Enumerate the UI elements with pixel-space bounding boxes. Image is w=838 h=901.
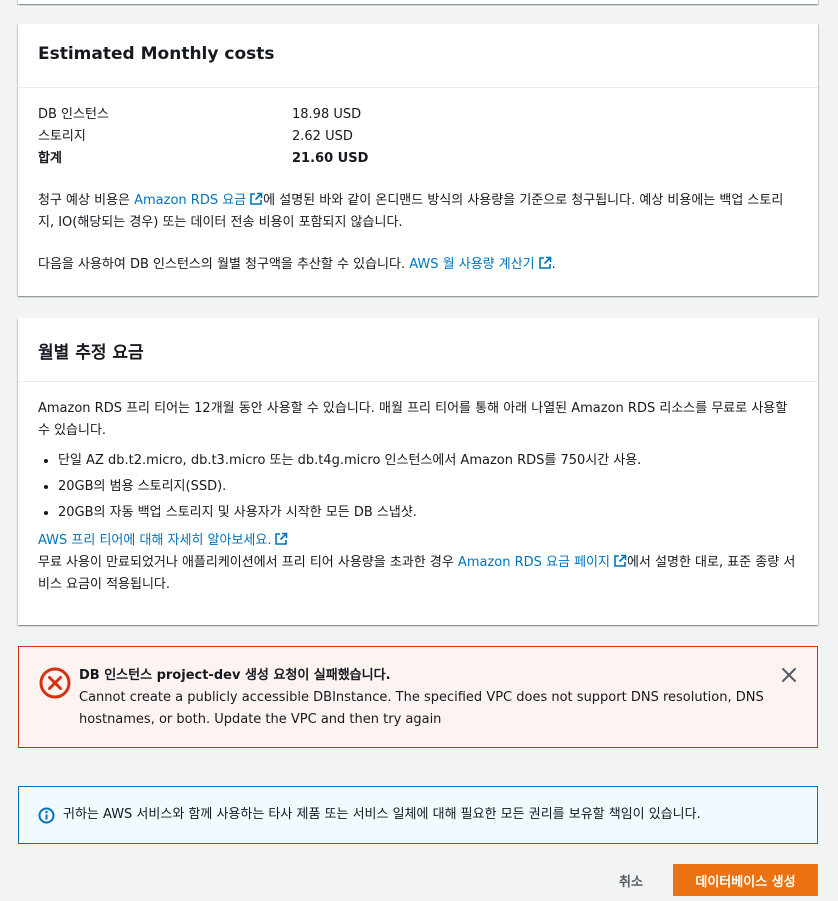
- list-item: 20GB의 자동 백업 스토리지 및 사용자가 시작한 모든 DB 스냅샷.: [58, 500, 798, 526]
- external-link-icon: [538, 256, 551, 269]
- cost-value: 18.98 USD: [292, 107, 362, 122]
- error-title: DB 인스턴스 project-dev 생성 요청이 실패했습니다.: [79, 668, 391, 683]
- cancel-button[interactable]: 취소: [606, 864, 656, 896]
- error-circle-x-icon: [39, 667, 71, 699]
- calculator-note-end: .: [551, 257, 556, 272]
- estimated-costs-card: Estimated Monthly costs DB 인스턴스 18.98 US…: [18, 24, 818, 296]
- monthly-fees-title: 월별 추정 요금: [18, 318, 818, 382]
- cost-value: 2.62 USD: [292, 129, 353, 144]
- error-message: Cannot create a publicly accessible DBIn…: [79, 690, 764, 727]
- monthly-fees-body: Amazon RDS 프리 티어는 12개월 동안 사용할 수 있습니다. 매월…: [18, 382, 818, 596]
- list-item: 단일 AZ db.t2.micro, db.t3.micro 또는 db.t4g…: [58, 448, 798, 474]
- pricing-note-text: 청구 예상 비용은: [38, 193, 135, 208]
- create-database-button[interactable]: 데이터베이스 생성: [673, 864, 818, 896]
- free-tier-outro: 무료 사용이 만료되었거나 애플리케이션에서 프리 티어 사용량을 초과한 경우…: [38, 552, 798, 596]
- pricing-note: 청구 예상 비용은 Amazon RDS 요금 에 설명된 바와 같이 온디맨드 …: [38, 190, 798, 234]
- free-tier-learn-more-link[interactable]: AWS 프리 티어에 대해 자세히 알아보세요.: [38, 532, 288, 548]
- error-alert: DB 인스턴스 project-dev 생성 요청이 실패했습니다. Canno…: [18, 646, 818, 748]
- free-tier-intro: Amazon RDS 프리 티어는 12개월 동안 사용할 수 있습니다. 매월…: [38, 401, 788, 438]
- rds-pricing-link[interactable]: Amazon RDS 요금: [134, 192, 263, 208]
- free-tier-list: 단일 AZ db.t2.micro, db.t3.micro 또는 db.t4g…: [58, 448, 798, 526]
- learn-more-label: AWS 프리 티어에 대해 자세히 알아보세요.: [38, 533, 272, 548]
- close-icon[interactable]: [781, 667, 797, 683]
- cost-value: 21.60 USD: [292, 151, 369, 166]
- aws-calculator-link-label: AWS 월 사용량 계산기: [409, 257, 535, 272]
- info-circle-icon: [38, 807, 55, 824]
- cost-label: 합계: [38, 151, 62, 166]
- estimated-costs-body: DB 인스턴스 18.98 USD 스토리지 2.62 USD 합계 21.60…: [18, 88, 818, 276]
- cost-label: 스토리지: [38, 129, 86, 144]
- cost-row-total: 합계 21.60 USD: [38, 148, 798, 170]
- cost-row-storage: 스토리지 2.62 USD: [38, 126, 798, 148]
- calculator-note: 다음을 사용하여 DB 인스턴스의 월별 청구액을 추산할 수 있습니다. AW…: [38, 254, 798, 276]
- estimated-costs-title: Estimated Monthly costs: [18, 24, 818, 88]
- info-text: 귀하는 AWS 서비스와 함께 사용하는 타사 제품 또는 서비스 일체에 대해…: [63, 807, 701, 822]
- cost-label: DB 인스턴스: [38, 107, 109, 122]
- outro-text: 무료 사용이 만료되었거나 애플리케이션에서 프리 티어 사용량을 초과한 경우: [38, 555, 458, 570]
- previous-card: [18, 0, 818, 4]
- external-link-icon: [250, 192, 263, 205]
- calculator-note-text: 다음을 사용하여 DB 인스턴스의 월별 청구액을 추산할 수 있습니다.: [38, 257, 410, 272]
- rds-pricing-page-link[interactable]: Amazon RDS 요금 페이지: [457, 554, 627, 570]
- external-link-icon: [275, 532, 288, 545]
- list-item: 20GB의 범용 스토리지(SSD).: [58, 474, 798, 500]
- monthly-fees-card: 월별 추정 요금 Amazon RDS 프리 티어는 12개월 동안 사용할 수…: [18, 318, 818, 625]
- aws-calculator-link[interactable]: AWS 월 사용량 계산기: [409, 256, 551, 272]
- cost-row-db-instance: DB 인스턴스 18.98 USD: [38, 104, 798, 126]
- rds-pricing-link-label: Amazon RDS 요금: [134, 193, 247, 208]
- external-link-icon: [614, 554, 627, 567]
- learn-more-line: AWS 프리 티어에 대해 자세히 알아보세요.: [38, 530, 798, 552]
- info-alert: 귀하는 AWS 서비스와 함께 사용하는 타사 제품 또는 서비스 일체에 대해…: [18, 786, 818, 844]
- rds-pricing-page-label: Amazon RDS 요금 페이지: [457, 555, 610, 570]
